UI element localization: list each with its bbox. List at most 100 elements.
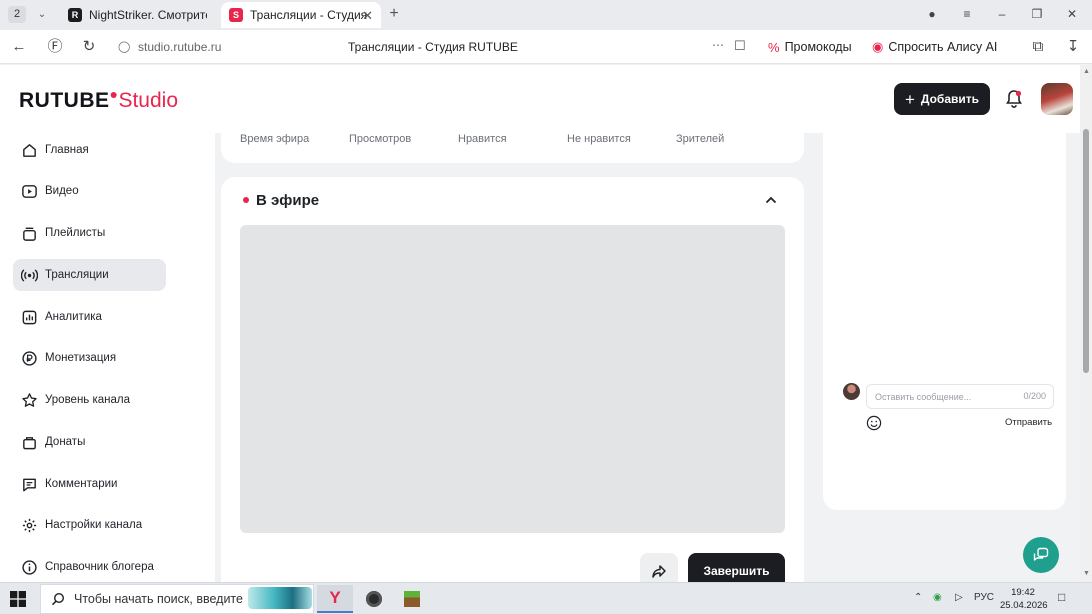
browser-tab-studio[interactable]: S Трансляции - Студия R ✕ bbox=[221, 2, 381, 28]
playlist-icon bbox=[20, 224, 38, 242]
browser-tab-strip: 2 ⌄ R NightStriker. Смотрите ви S Трансл… bbox=[0, 0, 1092, 30]
rutube-favicon-icon: R bbox=[68, 8, 82, 22]
taskbar-clock[interactable]: 19:42 25.04.2026 bbox=[1000, 586, 1048, 612]
share-icon bbox=[652, 565, 666, 578]
profile-icon[interactable]: ● bbox=[924, 7, 940, 21]
input-language[interactable]: РУС bbox=[974, 592, 994, 603]
back-icon[interactable]: ← bbox=[10, 38, 28, 56]
obs-icon bbox=[366, 591, 382, 607]
close-tab-icon[interactable]: ✕ bbox=[362, 8, 373, 24]
scroll-up-icon[interactable]: ▲ bbox=[1083, 68, 1090, 75]
star-icon bbox=[20, 391, 38, 409]
search-icon bbox=[51, 592, 65, 606]
yandex-browser-icon: Y bbox=[329, 588, 341, 607]
sidebar-item-video[interactable]: Видео bbox=[13, 175, 166, 207]
browser-tab-nightstriker[interactable]: R NightStriker. Смотрите ви bbox=[60, 2, 220, 28]
windows-taskbar: Чтобы начать поиск, введите Y ⌃ ◉ ▷ РУС … bbox=[0, 582, 1092, 614]
sidebar-item-playlists[interactable]: Плейлисты bbox=[13, 217, 166, 249]
new-tab-icon[interactable]: + bbox=[386, 6, 402, 22]
page-scrollbar[interactable]: ▲ ▼ bbox=[1080, 65, 1092, 582]
sidebar-item-home[interactable]: Главная bbox=[13, 134, 166, 166]
studio-app: RUTUBE●Studio + Добавить Главная Видео П… bbox=[0, 65, 1080, 582]
search-highlight-image[interactable] bbox=[248, 587, 312, 609]
sidebar-item-channel-settings[interactable]: Настройки канала bbox=[13, 509, 166, 541]
donate-icon bbox=[20, 433, 38, 451]
sidebar-item-analytics[interactable]: Аналитика bbox=[13, 301, 166, 333]
logo-dot: ● bbox=[109, 86, 119, 102]
sidebar-item-label: Справочник блогера bbox=[45, 561, 154, 573]
sidebar-item-label: Главная bbox=[45, 144, 89, 156]
alice-button[interactable]: ◉ Спросить Алису AI bbox=[866, 35, 1003, 59]
logo-rutube: RUTUBE bbox=[19, 89, 110, 112]
live-stream-card: В эфире Завершить bbox=[221, 177, 804, 582]
reload-icon[interactable]: ↻ bbox=[80, 38, 98, 56]
minecraft-block-icon bbox=[404, 591, 420, 607]
extensions-icon[interactable]: ⧉ bbox=[1029, 38, 1047, 56]
collapse-chevron-up-icon[interactable] bbox=[764, 193, 778, 207]
tray-expand-chevron-icon[interactable]: ⌃ bbox=[914, 592, 922, 603]
plus-icon: + bbox=[904, 89, 915, 109]
sidebar-item-blogger-guide[interactable]: Справочник блогера bbox=[13, 551, 166, 582]
stream-video-player[interactable] bbox=[240, 225, 785, 533]
broadcast-icon bbox=[20, 266, 38, 284]
more-icon[interactable]: ⋯ bbox=[712, 38, 725, 52]
bookmark-icon[interactable]: ☐ bbox=[734, 38, 746, 54]
add-button[interactable]: + Добавить bbox=[894, 83, 990, 115]
sidebar-item-label: Монетизация bbox=[45, 352, 117, 364]
stat-dislikes-label: Не нравится bbox=[567, 133, 631, 145]
chat-message-input[interactable]: Оставить сообщение... 0/200 bbox=[866, 384, 1054, 409]
restore-icon[interactable]: ❐ bbox=[1029, 7, 1045, 21]
monetization-icon bbox=[20, 349, 38, 367]
clock-time: 19:42 bbox=[1011, 587, 1035, 598]
page-title: Трансляции - Студия RUTUBE bbox=[348, 40, 518, 54]
sidebar-item-channel-level[interactable]: Уровень канала bbox=[13, 384, 166, 416]
rutube-studio-logo[interactable]: RUTUBE●Studio bbox=[19, 86, 178, 113]
stat-views-label: Просмотров bbox=[349, 133, 412, 145]
obs-taskbar-app[interactable] bbox=[356, 585, 392, 613]
notifications-bell-icon[interactable] bbox=[1004, 89, 1024, 109]
yandex-browser-taskbar-app[interactable]: Y bbox=[317, 585, 353, 613]
minecraft-taskbar-app[interactable] bbox=[394, 585, 430, 613]
network-icon[interactable]: ▷ bbox=[955, 592, 963, 603]
close-window-icon[interactable]: ✕ bbox=[1064, 7, 1080, 21]
emoji-icon[interactable] bbox=[866, 415, 882, 431]
minimize-icon[interactable]: – bbox=[994, 7, 1010, 21]
downloads-icon[interactable]: ↧ bbox=[1064, 38, 1082, 56]
analytics-icon bbox=[20, 308, 38, 326]
sidebar-item-comments[interactable]: Комментарии bbox=[13, 468, 166, 500]
tab-count-badge[interactable]: 2 bbox=[8, 6, 26, 23]
user-avatar[interactable] bbox=[1041, 83, 1073, 115]
sidebar-item-broadcasts[interactable]: Трансляции bbox=[13, 259, 166, 291]
share-button[interactable] bbox=[640, 553, 678, 582]
sidebar-item-donations[interactable]: Донаты bbox=[13, 426, 166, 458]
sidebar-item-label: Донаты bbox=[45, 436, 86, 448]
scroll-down-icon[interactable]: ▼ bbox=[1083, 570, 1090, 577]
sidebar-item-label: Настройки канала bbox=[45, 519, 143, 531]
sidebar-item-label: Видео bbox=[45, 185, 79, 197]
percent-icon: % bbox=[768, 39, 780, 55]
support-chat-button[interactable] bbox=[1023, 537, 1059, 573]
site-info-icon[interactable]: ◯ bbox=[118, 40, 130, 53]
tab-title: Трансляции - Студия R bbox=[250, 8, 368, 22]
add-label: Добавить bbox=[920, 92, 980, 106]
stream-stats-card: Время эфира Просмотров Нравится Не нрави… bbox=[221, 133, 804, 163]
chat-user-avatar bbox=[843, 383, 860, 400]
scrollbar-thumb[interactable] bbox=[1083, 129, 1089, 373]
chat-char-counter: 0/200 bbox=[1023, 391, 1046, 401]
sidebar: Главная Видео Плейлисты Трансляции Анали… bbox=[0, 133, 215, 582]
tab-list-chevron-icon[interactable]: ⌄ bbox=[33, 6, 51, 23]
url-text: studio.rutube.ru bbox=[138, 40, 222, 54]
studio-favicon-icon: S bbox=[229, 8, 243, 22]
tray-app-icon[interactable]: ◉ bbox=[933, 592, 942, 603]
promo-button[interactable]: % Промокоды bbox=[762, 35, 858, 59]
url-field[interactable]: ◯ studio.rutube.ru Трансляции - Студия R… bbox=[108, 34, 756, 60]
finish-stream-button[interactable]: Завершить bbox=[688, 553, 785, 582]
sidebar-item-monetization[interactable]: Монетизация bbox=[13, 342, 166, 374]
gear-icon bbox=[20, 516, 38, 534]
notification-center-icon[interactable]: □ bbox=[1058, 590, 1065, 604]
send-message-button[interactable]: Отправить bbox=[1005, 417, 1052, 428]
info-icon bbox=[20, 558, 38, 576]
menu-icon[interactable]: ≡ bbox=[959, 7, 975, 21]
windows-start-icon[interactable] bbox=[10, 591, 26, 607]
yandex-icon[interactable]: Ⓕ bbox=[46, 38, 64, 56]
